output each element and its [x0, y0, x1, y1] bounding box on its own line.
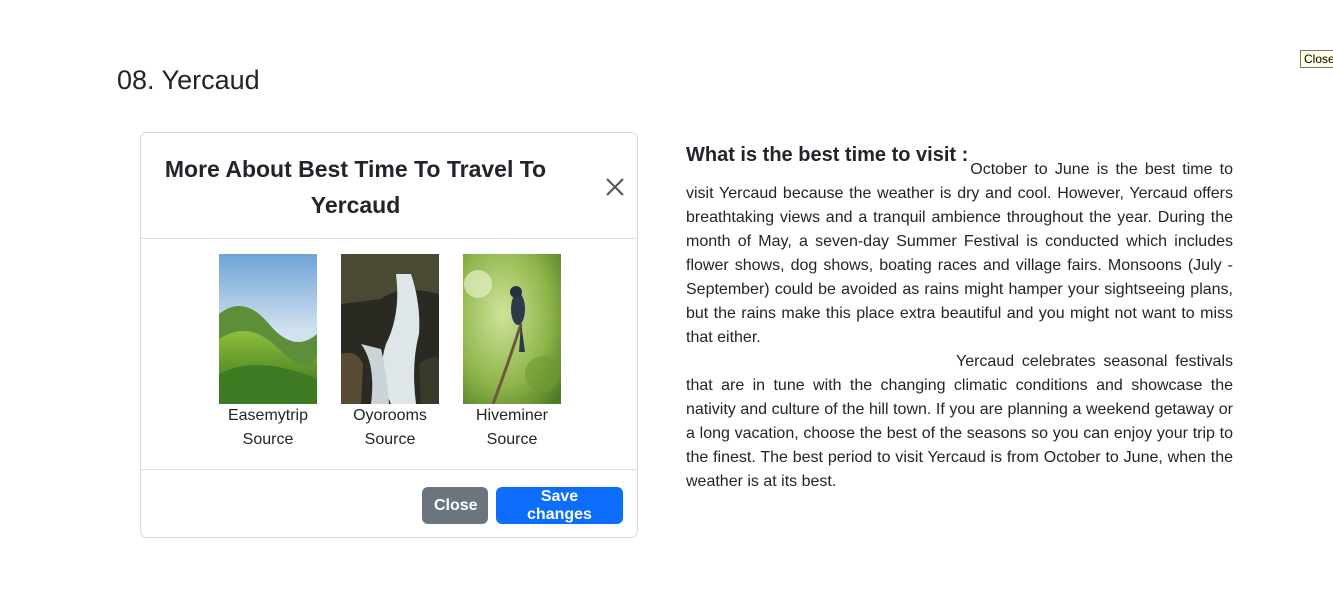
article-paragraph-text: Yercaud celebrates seasonal festivals th…	[686, 353, 1233, 490]
mountain-landscape-image	[219, 254, 317, 404]
modal-dialog: More About Best Time To Travel To Yercau…	[140, 132, 638, 538]
image-caption-source: Hiveminer	[475, 407, 548, 424]
modal-title: More About Best Time To Travel To Yercau…	[164, 156, 547, 218]
modal-body: Easemytrip Source Oyorooms Source Hivemi…	[141, 239, 637, 469]
image-card: Hiveminer Source	[462, 254, 562, 452]
bird-image	[463, 254, 561, 404]
article-paragraph: October to June is the best time to visi…	[686, 161, 1233, 346]
save-changes-button[interactable]: Save changes	[496, 487, 623, 524]
page-title: 08. Yercaud	[117, 65, 260, 95]
image-card: Easemytrip Source	[218, 254, 318, 452]
image-caption-label: Source	[242, 431, 294, 448]
image-caption-label: Source	[486, 431, 538, 448]
close-button[interactable]: Close	[422, 487, 488, 524]
modal-header: More About Best Time To Travel To Yercau…	[141, 133, 637, 239]
close-tooltip: Close	[1300, 50, 1333, 68]
article-heading: What is the best time to visit :	[686, 144, 969, 166]
article-paragraph: Yercaud celebrates seasonal festivals th…	[686, 350, 1233, 494]
image-card: Oyorooms Source	[340, 254, 440, 452]
waterfall-image	[341, 254, 439, 404]
article: What is the best time to visit : October…	[686, 140, 1233, 494]
image-caption-source: Easemytrip	[227, 407, 309, 424]
image-caption-source: Oyorooms	[353, 407, 427, 424]
image-caption-label: Source	[364, 431, 416, 448]
paragraph-indent	[686, 350, 956, 374]
modal-footer: Close Save changes	[141, 469, 637, 540]
close-icon[interactable]	[601, 173, 629, 201]
